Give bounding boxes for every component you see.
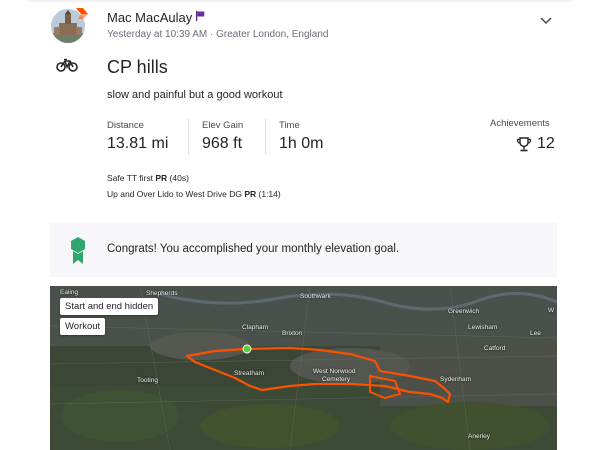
- map-place-label: Lewisham: [468, 324, 498, 331]
- athlete-name[interactable]: Mac MacAulay: [107, 10, 192, 25]
- goal-banner-text: Congrats! You accomplished your monthly …: [107, 243, 400, 255]
- activity-title[interactable]: CP hills: [107, 57, 168, 78]
- route-map[interactable]: Start and end hidden Workout Ealing Shep…: [50, 286, 557, 450]
- map-place-label: Streatham: [234, 370, 264, 377]
- card-top-border: [28, 0, 572, 2]
- distance-value: 13.81 mi: [107, 135, 169, 152]
- map-place-label: Ealing: [60, 289, 79, 296]
- time-label: Time: [279, 120, 300, 131]
- flag-icon: [196, 11, 205, 21]
- map-place-label: Catford: [484, 345, 506, 352]
- chevron-down-icon[interactable]: [539, 16, 553, 26]
- workout-chip[interactable]: Workout: [60, 318, 106, 335]
- map-place-label: Clapham: [242, 324, 269, 331]
- map-place-label: Lee: [530, 330, 541, 337]
- map-place-label: Greenwich: [448, 308, 480, 315]
- pr-segment-name: Up and Over Lido to West Drive DG: [107, 189, 242, 199]
- map-place-label: Shepherds: [146, 290, 178, 297]
- elev-gain-label: Elev Gain: [202, 120, 244, 131]
- bike-icon: [56, 58, 78, 72]
- pr-segment-1[interactable]: Safe TT first PR (40s): [107, 173, 189, 183]
- map-place-label: Cemetery: [322, 376, 351, 383]
- stat-divider: [188, 119, 189, 155]
- achievements-count[interactable]: 12: [537, 135, 555, 153]
- activity-description: slow and painful but a good workout: [107, 89, 283, 101]
- distance-label: Distance: [107, 120, 144, 131]
- pr-segment-2[interactable]: Up and Over Lido to West Drive DG PR (1:…: [107, 189, 281, 199]
- map-place-label: West Norwood: [313, 368, 356, 375]
- map-place-label: Brixton: [282, 330, 303, 337]
- map-place-label: Anerley: [468, 433, 491, 440]
- elev-gain-value: 968 ft: [202, 135, 243, 152]
- map-place-label: W: [548, 307, 555, 314]
- pr-badge: PR: [244, 189, 257, 199]
- goal-ribbon-icon: [71, 237, 85, 264]
- trophy-icon: [516, 137, 532, 152]
- achievements-label: Achievements: [490, 118, 550, 129]
- map-place-label: Sydenham: [440, 376, 472, 383]
- time-value: 1h 0m: [279, 135, 324, 152]
- pr-time: (1:14): [258, 189, 281, 199]
- subscriber-badge-icon: [76, 8, 88, 19]
- start-end-hidden-chip[interactable]: Start and end hidden: [60, 298, 159, 315]
- map-place-label: Tooting: [137, 377, 158, 384]
- pr-time: (40s): [169, 173, 189, 183]
- stat-divider: [265, 119, 266, 155]
- activity-meta: Yesterday at 10:39 AM · Greater London, …: [107, 29, 329, 40]
- pr-badge: PR: [155, 173, 168, 183]
- map-place-label: Southwark: [300, 293, 331, 300]
- pr-segment-name: Safe TT first: [107, 173, 153, 183]
